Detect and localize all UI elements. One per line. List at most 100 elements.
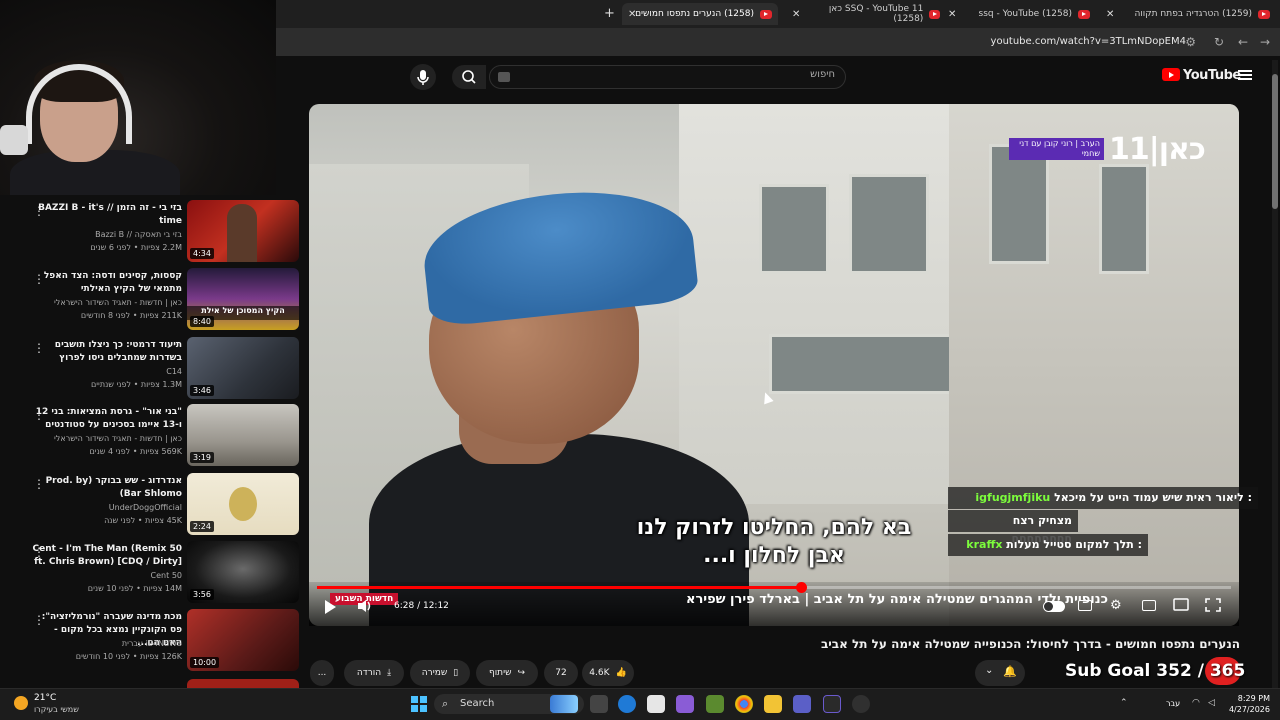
duration-badge: 10:00 xyxy=(190,657,220,668)
search-icon xyxy=(462,70,476,84)
clock-date: 4/27/2026 xyxy=(1228,705,1270,714)
video-title[interactable]: 50 Cent - I'm The Man (Remix ft. Chris B… xyxy=(32,543,182,569)
share-icon: ↪ xyxy=(517,668,526,678)
youtube-logo[interactable]: YouTube xyxy=(1162,68,1241,83)
app-icon[interactable] xyxy=(706,695,724,713)
related-video[interactable]: ⋮ 3:46 תיעוד דרמטי: כך ניצלו תושבים בשדר… xyxy=(0,337,300,401)
share-button[interactable]: ↪ שיתוף xyxy=(476,660,538,686)
chrome-icon[interactable] xyxy=(735,695,753,713)
close-tab-icon[interactable]: ✕ xyxy=(628,9,636,20)
search-input[interactable] xyxy=(489,65,846,89)
channel-watermark: כאן|11 xyxy=(1109,132,1206,167)
browser-tab[interactable]: (1259) הטרגדיה בפתח תקווה ✕ xyxy=(1106,3,1270,25)
comments-count[interactable]: 72 xyxy=(544,660,578,686)
channel-name[interactable]: כאן | חדשות - תאגיד השידור הישראלי xyxy=(32,298,182,307)
back-arrow-icon[interactable]: ← xyxy=(1238,35,1248,49)
chat-message: : תלך למקום סטייל מעלות kraffx xyxy=(948,534,1148,556)
settings-gear-icon[interactable]: ⚙ xyxy=(1110,598,1122,613)
browser-tab-active[interactable]: (1258) הנערים נתפסו חמושים ✕ xyxy=(622,3,778,25)
youtube-favicon-icon xyxy=(760,9,772,19)
scrollbar-thumb[interactable] xyxy=(1272,74,1278,209)
video-meta: 1.3M צפיות • לפני שנתיים xyxy=(90,380,182,389)
obs-icon[interactable] xyxy=(852,695,870,713)
video-title[interactable]: תיעוד דרמטי: כך ניצלו תושבים בשדרות שמחב… xyxy=(32,339,182,365)
windows-start-icon[interactable] xyxy=(411,696,427,712)
clock-time: 8:29 PM xyxy=(1237,694,1270,703)
news-widget-icon[interactable] xyxy=(550,695,578,713)
cast-icon[interactable] xyxy=(1173,598,1189,612)
weather-temp[interactable]: 21°C xyxy=(34,693,56,703)
speaker-icon[interactable]: ◁ xyxy=(1208,698,1215,708)
fullscreen-icon[interactable] xyxy=(1205,598,1221,612)
related-video[interactable]: ⋮ 2:24 אנדרדוג - שש בבוקר (Prod. by Bar … xyxy=(0,473,300,537)
video-title[interactable]: קססות, קסינים ודסה: הצד האפל מתמאי של הק… xyxy=(32,270,182,296)
app-icon[interactable] xyxy=(823,695,841,713)
channel-name[interactable]: i24NEWS עברית xyxy=(32,639,182,648)
video-meta: 2.2M צפיות • לפני 6 שנים xyxy=(90,243,182,252)
more-actions-button[interactable]: ... xyxy=(310,660,334,686)
search-icon: ⌕ xyxy=(442,697,449,710)
channel-name[interactable]: UnderDoggOfficial xyxy=(32,503,182,512)
video-title[interactable]: בזי בי - זה הזמן // BAZZI B - it's time xyxy=(32,202,182,228)
thumbnail-figure xyxy=(229,487,257,521)
taskbar-search-label: Search xyxy=(460,698,495,709)
related-video[interactable]: ⋮ הקיץ המסוכן של אילת 8:40 קססות, קסינים… xyxy=(0,268,300,332)
wifi-icon[interactable]: ◠ xyxy=(1192,698,1200,708)
like-count: 4.6K xyxy=(589,668,610,678)
tray-chevron-icon[interactable]: ⌃ xyxy=(1120,698,1128,708)
related-video[interactable]: ⋮ 4:34 בזי בי - זה הזמן // BAZZI B - it'… xyxy=(0,200,300,264)
file-explorer-icon[interactable] xyxy=(764,695,782,713)
download-button[interactable]: ⤓ הורדה xyxy=(344,660,404,686)
close-tab-icon[interactable]: ✕ xyxy=(1106,9,1114,20)
url-text[interactable]: youtube.com/watch?v=3TLmNDopEM4 xyxy=(991,36,1186,47)
keyboard-icon[interactable] xyxy=(498,72,510,82)
chat-message: : ליאור ראית שיש עמוד הייט על מיכאל igfu… xyxy=(948,487,1258,509)
video-title[interactable]: אנדרדוג - שש בבוקר (Prod. by Bar Shlomo) xyxy=(32,475,182,501)
video-thumbnail-partial[interactable] xyxy=(187,679,299,688)
channel-name[interactable]: 50 Cent xyxy=(32,571,182,580)
autoplay-toggle[interactable] xyxy=(1043,601,1065,612)
edge-icon[interactable] xyxy=(618,695,636,713)
related-video[interactable]: ⋮ 3:19 "בני אור" - גרסת המציאות: בני 12 … xyxy=(0,404,300,468)
new-tab-button[interactable]: + xyxy=(604,6,615,21)
channel-name[interactable]: C14 xyxy=(32,367,182,376)
save-button[interactable]: ▯ שמירה xyxy=(410,660,470,686)
site-settings-icon[interactable]: ⚙ xyxy=(1185,35,1196,49)
chevron-down-icon: ⌄ xyxy=(985,665,994,676)
close-tab-icon[interactable]: ✕ xyxy=(948,9,956,20)
input-language[interactable]: עבר xyxy=(1166,699,1180,708)
building-window xyxy=(849,174,929,274)
video-meta: 14M צפיות • לפני 10 שנים xyxy=(87,584,182,593)
miniplayer-icon[interactable] xyxy=(1142,600,1156,611)
subtitles-icon[interactable] xyxy=(1078,600,1092,611)
copilot-icon[interactable] xyxy=(676,695,694,713)
teams-icon[interactable] xyxy=(793,695,811,713)
comments-label: 72 xyxy=(555,668,567,678)
progress-bar-fill xyxy=(317,586,802,589)
subtitle-line: אבן לחלון ו... xyxy=(703,543,845,568)
reload-icon[interactable]: ↻ xyxy=(1214,35,1224,49)
channel-name[interactable]: כאן | חדשות - תאגיד השידור הישראלי xyxy=(32,434,182,443)
task-view-icon[interactable] xyxy=(590,695,608,713)
related-video[interactable]: ⋮ 10:00 מכת מדינה שעברה "נורמליזציה": פס… xyxy=(0,609,300,673)
taskbar-clock[interactable]: 8:29 PM 4/27/2026 xyxy=(1226,693,1270,715)
forward-arrow-icon[interactable]: → xyxy=(1260,35,1270,49)
tab-label: SSQ - YouTube 11 כאן (1258) xyxy=(828,4,924,24)
close-tab-icon[interactable]: ✕ xyxy=(792,9,800,20)
video-title[interactable]: "בני אור" - גרסת המציאות: בני 12 ו-13 אי… xyxy=(32,406,182,432)
browser-tab[interactable]: (1258) ssq - YouTube ✕ xyxy=(948,3,1090,25)
play-icon[interactable] xyxy=(325,600,336,614)
search-button[interactable] xyxy=(452,65,486,89)
volume-icon[interactable] xyxy=(356,598,374,614)
menu-icon[interactable] xyxy=(1238,70,1252,80)
voice-search-button[interactable] xyxy=(410,64,436,90)
time-display: 6:28 / 12:12 xyxy=(394,601,449,611)
download-label: הורדה xyxy=(356,668,382,678)
like-button[interactable]: 👍 4.6K xyxy=(582,660,634,686)
related-video[interactable]: ⋮ 3:56 50 Cent - I'm The Man (Remix ft. … xyxy=(0,541,300,605)
channel-name[interactable]: בזי בי תאסקה // Bazzi B xyxy=(32,230,182,239)
chat-text: : תלך למקום סטייל מעלות xyxy=(1006,538,1142,551)
store-icon[interactable] xyxy=(647,695,665,713)
browser-tab[interactable]: SSQ - YouTube 11 כאן (1258) ✕ xyxy=(792,3,940,25)
subscribe-bell-button[interactable]: ⌄ 🔔 xyxy=(975,660,1025,686)
